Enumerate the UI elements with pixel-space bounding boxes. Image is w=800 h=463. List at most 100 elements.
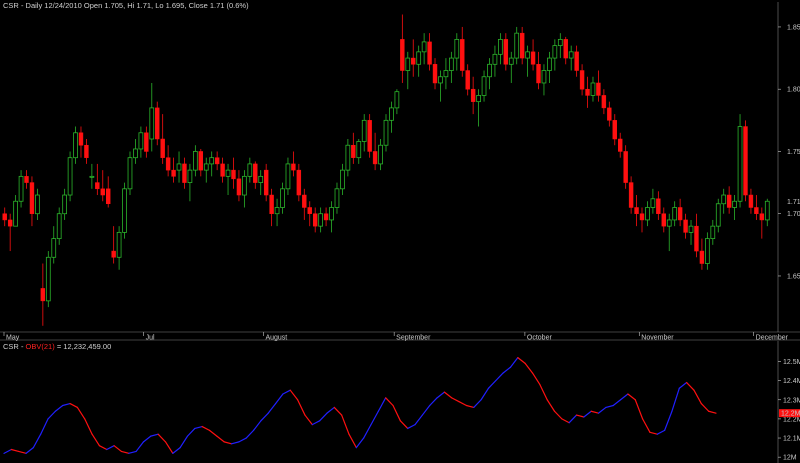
candle-body-down (574, 51, 579, 71)
obv-segment (524, 362, 534, 374)
candle-body-up (56, 213, 62, 240)
candle-body-down (2, 213, 7, 221)
candle-body-down (465, 70, 470, 90)
candle-body-down (106, 188, 111, 205)
candle-body-up (443, 70, 449, 78)
obv-segment (436, 391, 446, 399)
candle-body-up (552, 45, 558, 59)
obv-segment (252, 420, 262, 431)
candle-body-down (95, 182, 100, 190)
obv-segment (194, 425, 203, 430)
obv-segment (69, 402, 79, 409)
candle-body-up (476, 95, 481, 103)
obv-segment (590, 410, 600, 414)
obv-segment (612, 399, 622, 407)
price-y-tick-label: 1.800 (787, 87, 800, 94)
obv-segment (179, 435, 189, 449)
candle-body-down (367, 120, 372, 152)
obv-segment (128, 450, 137, 454)
obv-segment (487, 380, 497, 389)
candle-body-up (285, 163, 291, 190)
obv-line (3, 357, 717, 454)
obv-segment (414, 414, 423, 426)
candle-body-down (263, 169, 269, 196)
candle-body-down (677, 207, 683, 221)
obv-segment (583, 410, 592, 418)
candle-body-down (596, 82, 601, 96)
candle-body-down (748, 194, 754, 208)
candle-body-down (220, 163, 225, 177)
candle-body-up (487, 63, 492, 78)
obv-segment (575, 414, 585, 418)
obv-segment (619, 393, 629, 401)
obv-segment (341, 414, 350, 435)
candle-body-down (579, 70, 585, 90)
candle-body-down (519, 32, 525, 59)
candle-body-down (601, 95, 607, 109)
candle-body-up (356, 141, 362, 159)
obv-segment (363, 424, 372, 439)
candle-body-up (203, 163, 209, 171)
obv-segment (150, 433, 159, 437)
obv-segment (238, 437, 247, 443)
candle-body-up (590, 82, 596, 96)
obv-segment (208, 429, 218, 437)
obv-segment (297, 399, 306, 416)
candle-body-down (302, 194, 307, 208)
candle-body-down (253, 163, 258, 183)
candle-body-up (705, 238, 710, 264)
price-chart-frame (0, 2, 800, 341)
obv-segment (370, 410, 379, 426)
candle-body-up (89, 175, 95, 178)
obv-segment (700, 402, 710, 412)
candle-body-down (182, 163, 187, 183)
obv-segment (664, 410, 673, 431)
candle-body-down (536, 64, 541, 84)
candle-body-up (481, 76, 487, 96)
candle-body-up (280, 188, 285, 208)
candle-body-down (427, 41, 432, 65)
candle-body-up (274, 207, 280, 215)
obv-segment (561, 418, 570, 424)
candle-body-up (51, 238, 57, 258)
candle-body-up (45, 256, 51, 302)
obv-segment (641, 418, 651, 433)
obv-segment (267, 402, 277, 414)
x-month-label: September (396, 335, 431, 342)
obv-segment (326, 406, 335, 414)
obv-segment (164, 441, 174, 454)
candle-body-down (618, 138, 623, 152)
ind-y-tick-label: 12.1M (783, 436, 800, 443)
header-title: Daily 12/24/2010 Open 1.705, Hi 1.71, Lo… (25, 1, 249, 10)
candle-body-down (144, 132, 149, 152)
candle-body-up (449, 57, 454, 71)
indicator-y-axis: 12M12.1M12.2M12.3M12.4M12.5M12.2M (778, 359, 800, 462)
candle-body-down (699, 250, 705, 264)
candle-body-down (111, 250, 116, 258)
candle-body-up (421, 41, 427, 53)
candle-body-down (24, 176, 29, 183)
candle-body-up (764, 200, 770, 221)
obv-segment (260, 412, 269, 422)
candle-body-down (607, 107, 612, 121)
candle-body-up (149, 107, 155, 140)
candle-body-down (530, 51, 536, 65)
candle-body-up (378, 144, 383, 165)
candle-body-down (694, 225, 699, 252)
obv-segment (10, 448, 20, 453)
obv-segment (539, 383, 548, 401)
candle-body-down (171, 169, 176, 177)
candle-body-up (710, 225, 716, 240)
candle-body-down (155, 107, 160, 140)
x-month-label: Jul (146, 335, 155, 342)
obv-segment (274, 393, 284, 405)
price-y-axis: 1.650 1.700 1.71 1.750 1.800 1.850 (778, 24, 800, 280)
obv-segment (289, 389, 299, 401)
candle-body-up (345, 144, 351, 171)
candle-body-down (743, 126, 748, 196)
chart-header: CSR - Daily 12/24/2010 Open 1.705, Hi 1.… (3, 1, 249, 10)
candle-body-up (18, 175, 24, 202)
obv-segment (304, 414, 313, 426)
obv-segment (84, 418, 93, 435)
candle-body-up (62, 194, 67, 215)
